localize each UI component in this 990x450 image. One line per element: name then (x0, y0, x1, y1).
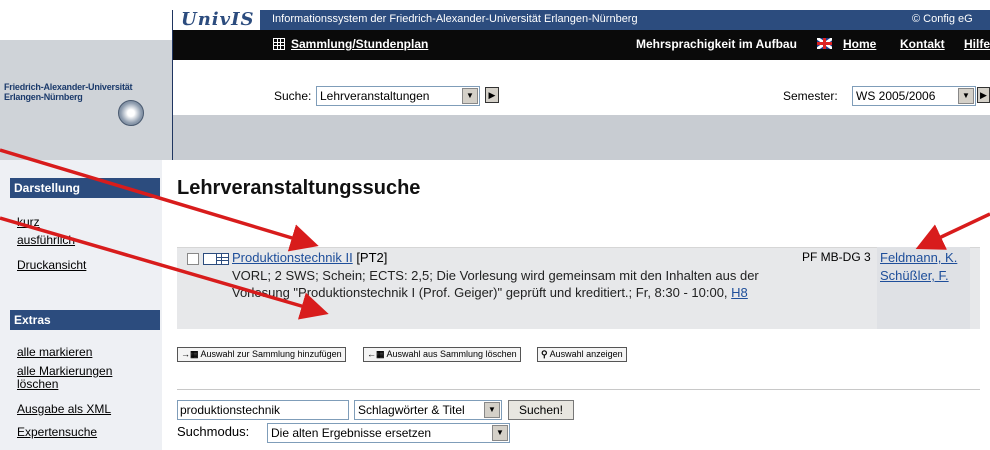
divider (177, 389, 980, 390)
sidebar-item-expertensuche[interactable]: Expertensuche (17, 426, 97, 439)
dropdown-arrow-icon[interactable]: ▼ (462, 88, 478, 104)
lecturer-link[interactable]: Feldmann, K. (880, 250, 957, 265)
search-mode-label: Suchmodus: (177, 424, 250, 439)
flag-uk-icon[interactable] (817, 38, 832, 49)
search-category-value: Lehrveranstaltungen (320, 89, 430, 103)
semester-go-button[interactable]: ▶ (977, 87, 990, 103)
home-link[interactable]: Home (843, 37, 876, 51)
lecturer-link[interactable]: Schüßler, F. (880, 268, 949, 283)
collection-link[interactable]: Sammlung/Stundenplan (291, 37, 428, 51)
sidebar-item-ausfuehrlich[interactable]: ausführlich (17, 234, 75, 247)
sidebar-item-kurz[interactable]: kurz (17, 216, 40, 229)
sidebar-heading-extras: Extras (10, 310, 160, 330)
result-category: PF MB-DG 3 (802, 250, 871, 264)
search-label: Suche: (274, 89, 312, 103)
room-link[interactable]: H8 (731, 285, 748, 300)
semester-value: WS 2005/2006 (856, 89, 936, 103)
search-field-value: Schlagwörter & Titel (358, 403, 465, 417)
sidebar-item-xml[interactable]: Ausgabe als XML (17, 403, 111, 416)
sidebar-item-markierungen-loeschen[interactable]: alle Markierungen löschen (17, 365, 147, 391)
university-name[interactable]: Friedrich-Alexander-Universität Erlangen… (4, 82, 172, 102)
semester-label: Semester: (783, 89, 838, 103)
remove-from-collection-label: Auswahl aus Sammlung löschen (386, 349, 517, 359)
search-mode-select[interactable]: Die alten Ergebnisse ersetzen ▼ (267, 423, 510, 443)
result-title-line: Produktionstechnik II [PT2] (232, 250, 387, 265)
dropdown-arrow-icon[interactable]: ▼ (958, 88, 974, 104)
header-grey-band (173, 115, 990, 160)
dropdown-arrow-icon[interactable]: ▼ (492, 425, 508, 441)
system-title: Informationssystem der Friedrich-Alexand… (272, 13, 638, 25)
search-go-button[interactable]: ▶ (485, 87, 499, 103)
add-to-collection-button[interactable]: →▦ Auswahl zur Sammlung hinzufügen (177, 347, 346, 362)
add-to-collection-label: Auswahl zur Sammlung hinzufügen (200, 349, 342, 359)
search-button[interactable]: Suchen! (508, 400, 574, 420)
search-mode-value: Die alten Ergebnisse ersetzen (271, 426, 432, 440)
show-selection-label: Auswahl anzeigen (549, 349, 623, 359)
university-name-line1: Friedrich-Alexander-Universität (4, 82, 133, 92)
select-checkbox[interactable] (187, 253, 199, 265)
grid-icon (273, 38, 285, 50)
arrow-right-icon: ▶ (980, 90, 987, 100)
arrow-right-icon: ▶ (488, 90, 496, 100)
help-link[interactable]: Hilfe (964, 37, 990, 51)
sidebar-item-druckansicht[interactable]: Druckansicht (17, 259, 86, 272)
query-input[interactable] (177, 400, 349, 420)
semester-select[interactable]: WS 2005/2006 ▼ (852, 86, 976, 106)
result-title-link[interactable]: Produktionstechnik II (232, 250, 353, 265)
search-category-select[interactable]: Lehrveranstaltungen ▼ (316, 86, 480, 106)
result-description: VORL; 2 SWS; Schein; ECTS: 2,5; Die Vorl… (232, 267, 804, 301)
sidebar-heading-darstellung: Darstellung (10, 178, 160, 198)
grid-icon[interactable] (203, 253, 229, 265)
contact-link[interactable]: Kontakt (900, 37, 945, 51)
config-credit[interactable]: © Config eG (912, 13, 973, 25)
sidebar-item-alle-markieren[interactable]: alle markieren (17, 346, 92, 359)
page-title: Lehrveranstaltungssuche (177, 177, 421, 199)
logo-top-band (0, 10, 172, 40)
univis-logo[interactable]: UnivIS (173, 10, 260, 30)
university-name-line2: Erlangen-Nürnberg (4, 92, 83, 102)
add-grid-icon: →▦ (181, 349, 199, 359)
remove-from-collection-button[interactable]: ←▦ Auswahl aus Sammlung löschen (363, 347, 521, 362)
show-selection-button[interactable]: ⚲ Auswahl anzeigen (537, 347, 627, 362)
remove-grid-icon: ←▦ (367, 349, 385, 359)
search-field-select[interactable]: Schlagwörter & Titel ▼ (354, 400, 502, 420)
university-seal-icon (118, 100, 144, 126)
magnifier-icon: ⚲ (541, 349, 548, 359)
annotation-arrow-lecturer (915, 212, 990, 250)
result-description-text: VORL; 2 SWS; Schein; ECTS: 2,5; Die Vorl… (232, 268, 759, 300)
dropdown-arrow-icon[interactable]: ▼ (484, 402, 500, 418)
multilang-notice: Mehrsprachigkeit im Aufbau (636, 37, 797, 51)
result-code-tag: [PT2] (356, 250, 388, 265)
top-margin (0, 0, 990, 10)
